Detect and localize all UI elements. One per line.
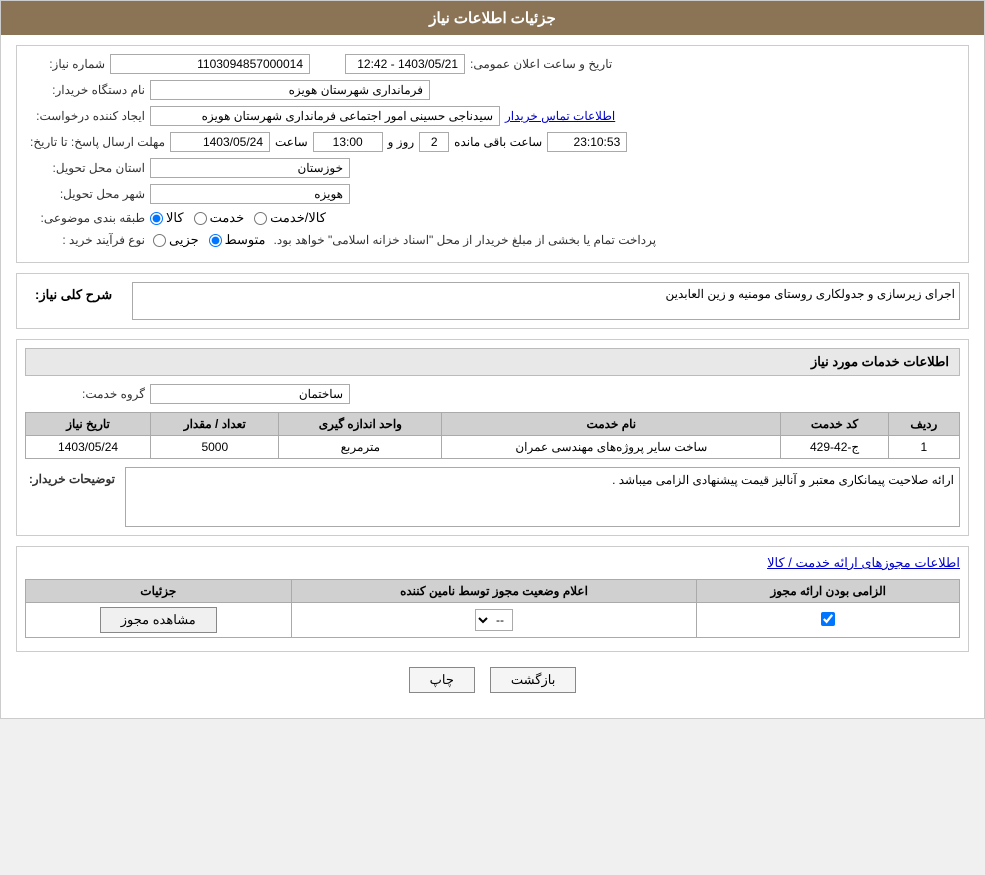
category-kala-radio[interactable] — [150, 212, 163, 225]
process-note: پرداخت تمام یا بخشی از مبلغ خریدار از مح… — [274, 233, 657, 247]
category-row: کالا/خدمت خدمت کالا طبقه بندی موضوعی: — [25, 210, 960, 226]
col-service-code: کد خدمت — [781, 413, 888, 436]
process-motas-label: متوسط — [225, 232, 266, 248]
deadline-label: مهلت ارسال پاسخ: تا تاریخ: — [25, 135, 165, 149]
col-mandatory: الزامی بودن ارائه مجوز — [697, 580, 960, 603]
description-row: اجرای زیرسازی و جدولکاری روستای مومنیه و… — [25, 282, 960, 320]
category-khedmat: خدمت — [194, 210, 245, 226]
category-khedmat-label: خدمت — [210, 210, 245, 226]
group-service-value: ساختمان — [150, 384, 350, 404]
category-kala-label: کالا — [166, 210, 184, 226]
permission-table: الزامی بودن ارائه مجوز اعلام وضعیت مجوز … — [25, 579, 960, 638]
announce-date-value: 1403/05/21 - 12:42 — [345, 54, 465, 74]
cell-row-num: 1 — [888, 436, 959, 459]
buyer-org-label: نام دستگاه خریدار: — [25, 83, 145, 97]
view-permission-button[interactable]: مشاهده مجوز — [100, 607, 217, 633]
description-section-title: شرح کلی نیاز: — [25, 282, 122, 308]
category-kala-khedmat-label: کالا/خدمت — [270, 210, 326, 226]
creator-contact-link[interactable]: اطلاعات تماس خریدار — [505, 109, 615, 123]
col-date: تاریخ نیاز — [26, 413, 151, 436]
permission-section-title[interactable]: اطلاعات مجوزهای ارائه خدمت / کالا — [767, 555, 960, 570]
process-radio-group: متوسط جزیی — [153, 232, 266, 248]
services-table: ردیف کد خدمت نام خدمت واحد اندازه گیری ت… — [25, 412, 960, 459]
col-details: جزئیات — [26, 580, 292, 603]
deadline-remaining-value: 23:10:53 — [547, 132, 627, 152]
process-motas-radio[interactable] — [209, 234, 222, 247]
cell-service-code: ج-42-429 — [781, 436, 888, 459]
main-content: تاریخ و ساعت اعلان عمومی: 1403/05/21 - 1… — [1, 35, 984, 718]
permission-row: -- مشاهده مجوز — [26, 603, 960, 638]
process-joz-label: جزیی — [169, 232, 199, 248]
page-header: جزئیات اطلاعات نیاز — [1, 1, 984, 35]
page-title: جزئیات اطلاعات نیاز — [429, 10, 556, 27]
cell-service-name: ساخت سایر پروژه‌های مهندسی عمران — [442, 436, 781, 459]
col-status: اعلام وضعیت مجوز توسط نامین کننده — [291, 580, 697, 603]
table-row: 1 ج-42-429 ساخت سایر پروژه‌های مهندسی عم… — [26, 436, 960, 459]
permission-section: اطلاعات مجوزهای ارائه خدمت / کالا الزامی… — [16, 546, 969, 652]
city-label: شهر محل تحویل: — [25, 187, 145, 201]
deadline-time-label: ساعت — [275, 135, 308, 149]
permission-status-select[interactable]: -- — [475, 609, 513, 631]
category-kala-khedmat: کالا/خدمت — [254, 210, 326, 226]
process-joz-radio[interactable] — [153, 234, 166, 247]
permission-details-cell: مشاهده مجوز — [26, 603, 292, 638]
cell-unit: مترمربع — [279, 436, 442, 459]
city-row: هویزه شهر محل تحویل: — [25, 184, 960, 204]
need-details-section: تاریخ و ساعت اعلان عمومی: 1403/05/21 - 1… — [16, 45, 969, 263]
col-service-name: نام خدمت — [442, 413, 781, 436]
service-info-title: اطلاعات خدمات مورد نیاز — [25, 348, 960, 376]
col-qty: تعداد / مقدار — [151, 413, 279, 436]
description-textarea[interactable]: اجرای زیرسازی و جدولکاری روستای مومنیه و… — [132, 282, 960, 320]
category-kala: کالا — [150, 210, 184, 226]
permission-mandatory-cell — [697, 603, 960, 638]
permission-status-cell: -- — [291, 603, 697, 638]
buyer-org-row: فرمانداری شهرستان هویزه نام دستگاه خریدا… — [25, 80, 960, 100]
need-number-label: شماره نیاز: — [25, 57, 105, 71]
permission-title-row: اطلاعات مجوزهای ارائه خدمت / کالا — [25, 555, 960, 571]
category-label: طبقه بندی موضوعی: — [25, 211, 145, 225]
category-kala-khedmat-radio[interactable] — [254, 212, 267, 225]
group-service-row: ساختمان گروه خدمت: — [25, 384, 960, 404]
footer-buttons: بازگشت چاپ — [16, 667, 969, 693]
cell-qty: 5000 — [151, 436, 279, 459]
province-value: خوزستان — [150, 158, 350, 178]
need-number-row: تاریخ و ساعت اعلان عمومی: 1403/05/21 - 1… — [25, 54, 960, 74]
creator-label: ایجاد کننده درخواست: — [25, 109, 145, 123]
print-button[interactable]: چاپ — [409, 667, 475, 693]
group-service-label: گروه خدمت: — [25, 387, 145, 401]
deadline-days-value: 2 — [419, 132, 449, 152]
process-type-row: پرداخت تمام یا بخشی از مبلغ خریدار از مح… — [25, 232, 960, 248]
deadline-remaining-label: ساعت باقی مانده — [454, 135, 542, 149]
process-type-label: نوع فرآیند خرید : — [25, 233, 145, 247]
deadline-days-label: روز و — [388, 135, 415, 149]
buyer-notes-value: ارائه صلاحیت پیمانکاری معتبر و آنالیز قی… — [125, 467, 960, 527]
category-khedmat-radio[interactable] — [194, 212, 207, 225]
service-info-section: اطلاعات خدمات مورد نیاز ساختمان گروه خدم… — [16, 339, 969, 536]
deadline-row: 23:10:53 ساعت باقی مانده 2 روز و 13:00 س… — [25, 132, 960, 152]
process-joz: جزیی — [153, 232, 199, 248]
province-label: استان محل تحویل: — [25, 161, 145, 175]
col-unit: واحد اندازه گیری — [279, 413, 442, 436]
buyer-notes-row: ارائه صلاحیت پیمانکاری معتبر و آنالیز قی… — [25, 467, 960, 527]
announce-date-label: تاریخ و ساعت اعلان عمومی: — [470, 57, 612, 71]
mandatory-checkbox[interactable] — [821, 612, 835, 626]
creator-value: سیدناجی حسینی امور اجتماعی فرمانداری شهر… — [150, 106, 500, 126]
buyer-org-value: فرمانداری شهرستان هویزه — [150, 80, 430, 100]
col-row-num: ردیف — [888, 413, 959, 436]
deadline-date-value: 1403/05/24 — [170, 132, 270, 152]
cell-date: 1403/05/24 — [26, 436, 151, 459]
process-motas: متوسط — [209, 232, 266, 248]
back-button[interactable]: بازگشت — [490, 667, 576, 693]
category-radio-group: کالا/خدمت خدمت کالا — [150, 210, 326, 226]
general-description-section: اجرای زیرسازی و جدولکاری روستای مومنیه و… — [16, 273, 969, 329]
creator-row: اطلاعات تماس خریدار سیدناجی حسینی امور ا… — [25, 106, 960, 126]
need-number-value: 1103094857000014 — [110, 54, 310, 74]
deadline-time-value: 13:00 — [313, 132, 383, 152]
city-value: هویزه — [150, 184, 350, 204]
page-wrapper: جزئیات اطلاعات نیاز تاریخ و ساعت اعلان ع… — [0, 0, 985, 719]
province-row: خوزستان استان محل تحویل: — [25, 158, 960, 178]
buyer-notes-label: توضیحات خریدار: — [25, 467, 115, 486]
